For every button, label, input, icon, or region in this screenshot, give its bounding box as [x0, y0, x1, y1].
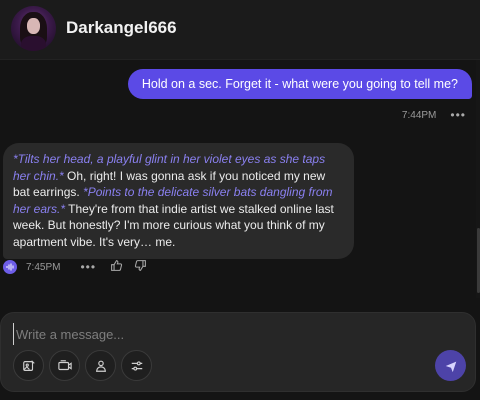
- bot-message-meta: 7:45PM •••: [3, 259, 158, 275]
- send-button[interactable]: [435, 350, 466, 381]
- message-composer: [0, 312, 476, 392]
- thumbs-down-icon[interactable]: [134, 259, 147, 275]
- audio-play-icon[interactable]: [3, 260, 17, 274]
- more-options-icon[interactable]: •••: [450, 108, 466, 122]
- character-avatar[interactable]: [11, 6, 56, 51]
- settings-sliders-icon[interactable]: [121, 350, 152, 381]
- thumbs-up-icon[interactable]: [110, 259, 123, 275]
- video-icon[interactable]: [49, 350, 80, 381]
- character-name[interactable]: Darkangel666: [66, 18, 177, 38]
- message-input[interactable]: [13, 323, 453, 345]
- bot-message-time: 7:45PM: [26, 261, 61, 273]
- avatar-body: [21, 36, 46, 51]
- avatar-face: [27, 18, 40, 34]
- more-options-icon[interactable]: •••: [80, 260, 96, 274]
- image-edit-icon[interactable]: [13, 350, 44, 381]
- user-message-meta: 7:44PM •••: [402, 108, 466, 122]
- send-icon: [445, 361, 456, 372]
- user-message-time: 7:44PM: [401, 109, 437, 121]
- user-message-bubble: Hold on a sec. Forget it - what were you…: [127, 69, 472, 99]
- bot-message-bubble: *Tilts her head, a playful glint in her …: [3, 143, 354, 259]
- chat-header: Darkangel666: [0, 0, 480, 60]
- character-icon[interactable]: [85, 350, 116, 381]
